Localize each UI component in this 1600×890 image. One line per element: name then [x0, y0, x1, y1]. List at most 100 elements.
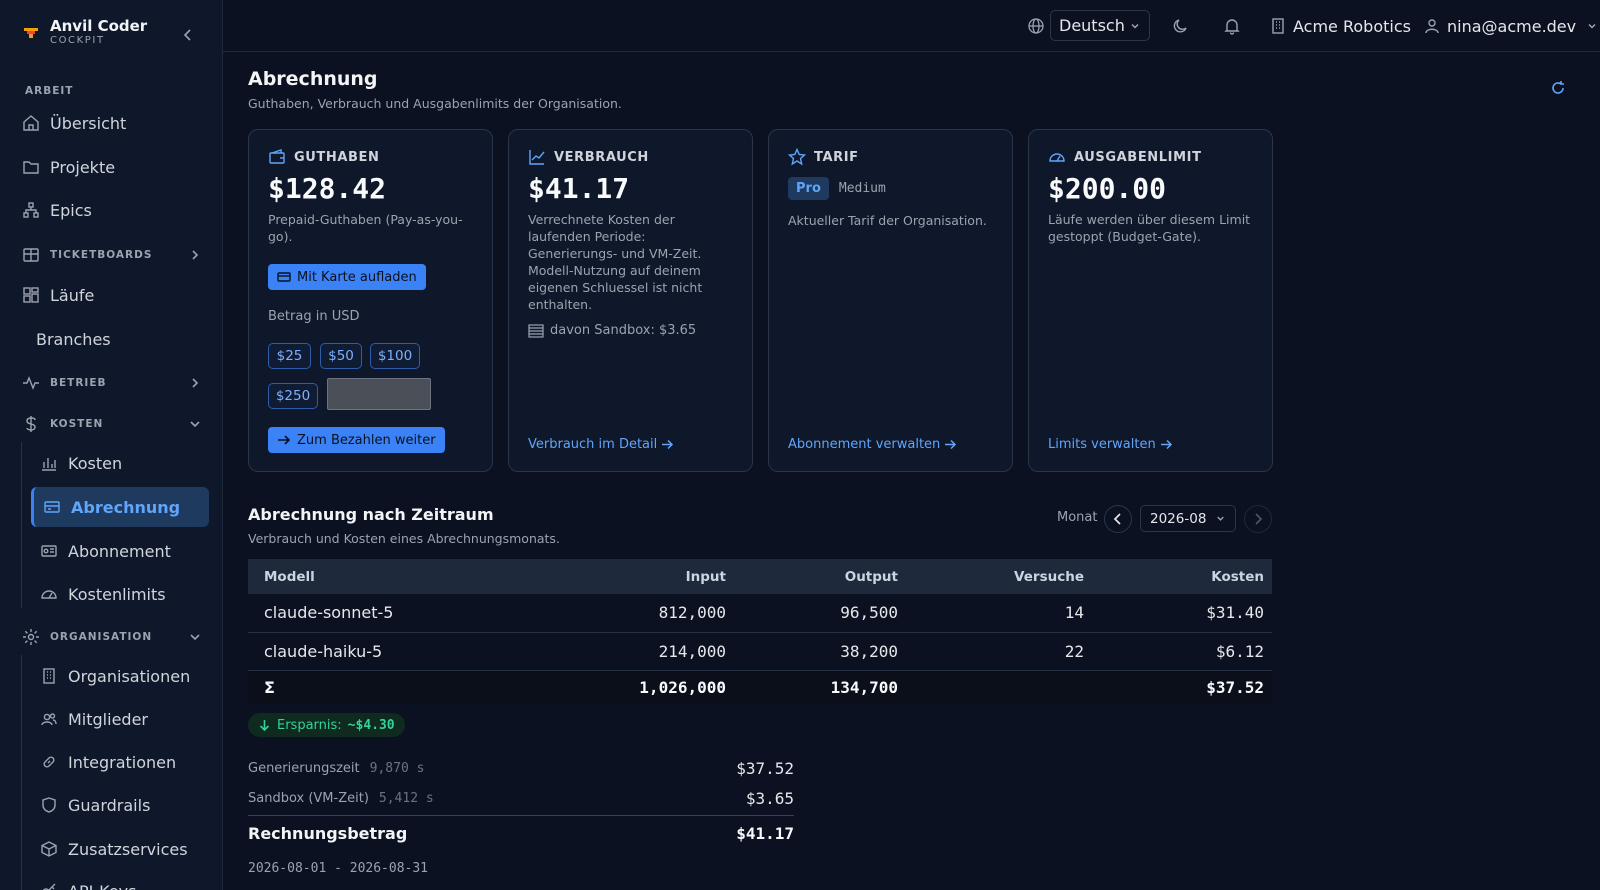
cell-sum-attempts	[906, 670, 1092, 704]
activity-icon	[23, 376, 39, 390]
organisation-switcher[interactable]: Acme Robotics	[1269, 14, 1411, 38]
sidebar-group-organisation[interactable]: ORGANISATION	[22, 626, 202, 648]
sidebar-group-label: BETRIEB	[50, 377, 107, 389]
sidebar-item-label: Kostenlimits	[68, 584, 166, 604]
bill-line-label: Sandbox (VM-Zeit)	[248, 790, 369, 806]
savings-value: ~$4.30	[347, 717, 395, 733]
sidebar-group-label: TICKETBOARDS	[50, 249, 153, 261]
column-header-input[interactable]: Input	[548, 559, 734, 594]
sidebar-item-label: Integrationen	[68, 752, 177, 772]
chevron-left-icon	[1113, 513, 1121, 525]
chevron-down-icon	[1217, 516, 1224, 521]
plan-badge: Pro	[788, 177, 829, 200]
limit-description: Läufe werden über diesem Limit gestoppt …	[1048, 212, 1251, 244]
organisation-name: Acme Robotics	[1293, 16, 1411, 36]
sidebar-item-subscription[interactable]: Abonnement	[40, 539, 171, 563]
plan-card-label: TARIF	[814, 149, 859, 165]
sidebar-item-api-keys[interactable]: API-Keys	[40, 879, 136, 890]
bell-icon[interactable]	[1223, 17, 1241, 35]
chevron-right-icon	[1255, 513, 1263, 525]
sidebar-item-members[interactable]: Mitglieder	[40, 707, 148, 731]
user-email: nina@acme.dev	[1447, 16, 1577, 36]
sidebar-item-integrations[interactable]: Integrationen	[40, 750, 176, 774]
sidebar-item-costs[interactable]: Kosten	[40, 451, 122, 475]
balance-card: GUTHABEN $128.42 Prepaid-Guthaben (Pay-a…	[248, 129, 493, 472]
cell-model: claude-sonnet-5	[248, 594, 548, 633]
column-header-attempts[interactable]: Versuche	[906, 559, 1092, 594]
checkout-button-label: Zum Bezahlen weiter	[297, 432, 436, 448]
manage-limits-link-label: Limits verwalten	[1048, 437, 1156, 452]
plan-card-header: TARIF	[788, 148, 859, 166]
sidebar-item-billing[interactable]: Abrechnung	[31, 487, 209, 527]
sidebar-group-costs[interactable]: KOSTEN	[22, 413, 202, 435]
sidebar-item-guardrails[interactable]: Guardrails	[40, 793, 150, 817]
manage-subscription-link[interactable]: Abonnement verwalten	[788, 437, 957, 452]
sidebar-item-overview[interactable]: Übersicht	[22, 111, 126, 135]
cell-costs: $6.12	[1092, 632, 1272, 671]
balance-description: Prepaid-Guthaben (Pay-as-you-go).	[268, 212, 463, 244]
sidebar-item-organisations[interactable]: Organisationen	[40, 664, 190, 688]
dashboard-icon	[23, 287, 39, 303]
sidebar-item-epics[interactable]: Epics	[22, 198, 92, 222]
column-header-costs[interactable]: Kosten	[1092, 559, 1272, 594]
star-icon	[788, 148, 806, 166]
column-header-model[interactable]: Modell	[248, 559, 548, 594]
sidebar-item-label: Abonnement	[68, 541, 171, 561]
subnav-rail	[21, 655, 22, 890]
sidebar-group-operations[interactable]: BETRIEB	[22, 372, 202, 394]
cell-sum-output: 134,700	[734, 670, 906, 704]
balance-card-label: GUTHABEN	[294, 149, 380, 165]
language-select[interactable]: Deutsch	[1050, 10, 1150, 41]
manage-subscription-link-label: Abonnement verwalten	[788, 437, 941, 452]
brand[interactable]: Anvil Coder COCKPIT	[22, 18, 147, 47]
bill-line-amount: $37.52	[736, 758, 794, 778]
sidebar-item-branches[interactable]: Branches	[36, 327, 111, 351]
period-section-title: Abrechnung nach Zeitraum	[248, 505, 494, 524]
hierarchy-icon	[23, 202, 39, 218]
checkout-button[interactable]: Zum Bezahlen weiter	[268, 427, 445, 453]
preset-amount-25[interactable]: $25	[268, 343, 311, 369]
sidebar-item-add-on-services[interactable]: Zusatzservices	[40, 837, 188, 861]
column-header-output[interactable]: Output	[734, 559, 906, 594]
limit-card-header: AUSGABENLIMIT	[1048, 148, 1202, 166]
usage-detail-link[interactable]: Verbrauch im Detail	[528, 437, 674, 452]
sidebar-item-runs[interactable]: Läufe	[22, 283, 94, 307]
moon-icon[interactable]	[1172, 17, 1190, 35]
next-month-button[interactable]	[1244, 505, 1272, 533]
usage-amount: $41.17	[528, 172, 630, 205]
cell-sum-input: 1,026,000	[548, 670, 734, 704]
cell-sum-label: Σ	[248, 670, 548, 704]
sidebar-item-label: Abrechnung	[71, 497, 181, 517]
previous-month-button[interactable]	[1104, 505, 1132, 533]
sidebar-item-label: Zusatzservices	[68, 839, 188, 859]
topup-card-button[interactable]: Mit Karte aufladen	[268, 264, 426, 290]
preset-amount-50[interactable]: $50	[320, 343, 362, 369]
language-select-value: Deutsch	[1059, 16, 1125, 35]
bill-line-label: Generierungszeit	[248, 760, 360, 776]
sidebar: Anvil Coder COCKPIT ARBEIT Übersicht Pro…	[0, 0, 223, 890]
preset-amount-250[interactable]: $250	[268, 383, 318, 409]
collapse-sidebar-icon[interactable]	[180, 27, 196, 43]
subnav-rail	[21, 442, 22, 608]
custom-amount-input[interactable]	[327, 378, 431, 410]
arrow-right-icon	[1160, 439, 1172, 450]
period-section-subtitle: Verbrauch und Kosten eines Abrechnungsmo…	[248, 531, 560, 546]
home-icon	[23, 115, 39, 131]
gear-icon	[23, 629, 39, 645]
refresh-icon[interactable]	[1549, 79, 1567, 97]
month-select[interactable]: 2026-08	[1140, 505, 1236, 532]
arrow-right-icon	[662, 439, 674, 450]
cell-output: 96,500	[734, 594, 906, 633]
user-menu[interactable]: nina@acme.dev	[1423, 14, 1598, 38]
building-icon	[1272, 18, 1284, 34]
plan-description: Aktueller Tarif der Organisation.	[788, 213, 987, 228]
preset-amount-100[interactable]: $100	[370, 343, 420, 369]
savings-label: Ersparnis:	[277, 717, 342, 733]
sidebar-item-cost-limits[interactable]: Kostenlimits	[40, 582, 166, 606]
sidebar-group-ticketboards[interactable]: TICKETBOARDS	[22, 244, 202, 266]
manage-limits-link[interactable]: Limits verwalten	[1048, 437, 1173, 452]
key-icon	[42, 883, 56, 890]
sidebar-item-label: Guardrails	[68, 795, 151, 815]
sidebar-item-projects[interactable]: Projekte	[22, 155, 115, 179]
table-row: claude-sonnet-5 812,000 96,500 14 $31.40	[248, 594, 1272, 633]
